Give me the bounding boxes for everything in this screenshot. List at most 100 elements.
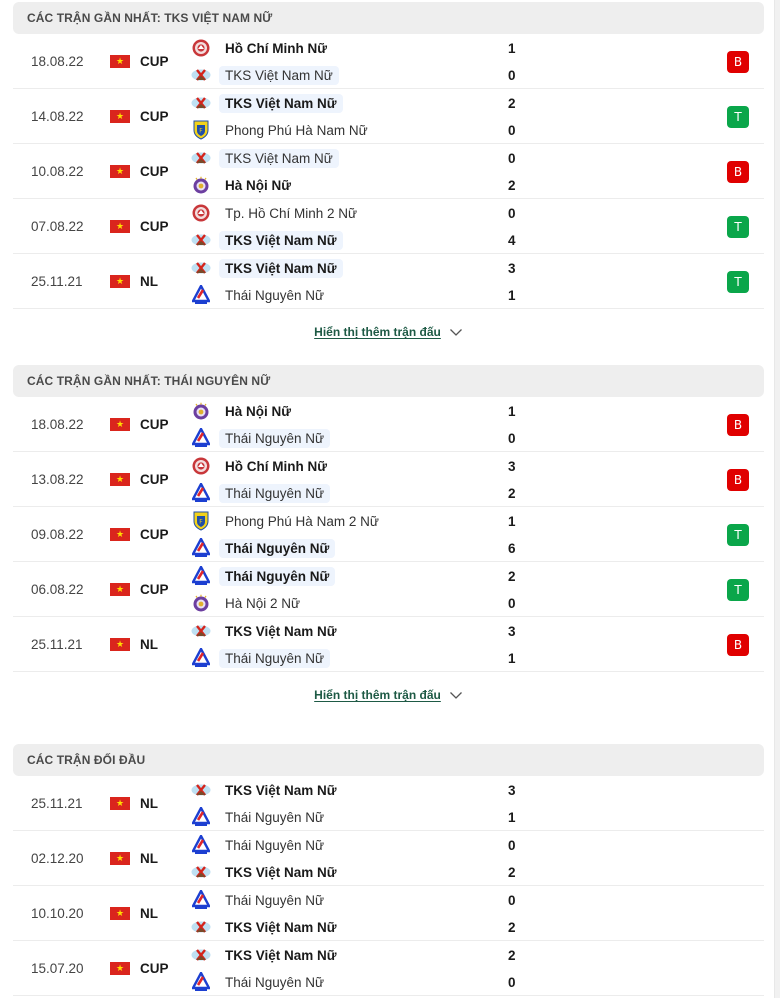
match-row[interactable]: 18.08.22 ★ CUP Hà Nội Nữ Thái Nguyên Nữ … xyxy=(13,397,764,452)
away-team[interactable]: TKS Việt Nam Nữ xyxy=(191,229,343,251)
match-row[interactable]: 25.11.21 ★ NL TKS Việt Nam Nữ Thái Nguyê… xyxy=(13,617,764,672)
vietnam-flag-icon: ★ xyxy=(110,962,130,975)
match-row[interactable]: 06.08.22 ★ CUP Thái Nguyên Nữ Hà Nội 2 N… xyxy=(13,562,764,617)
thainguyen-club-logo-icon xyxy=(191,538,211,558)
show-more-matches[interactable]: Hiển thị thêm trận đấu xyxy=(13,672,764,718)
match-row[interactable]: 09.08.22 ★ CUP F Phong Phú Hà Nam 2 Nữ T… xyxy=(13,507,764,562)
home-team[interactable]: TKS Việt Nam Nữ xyxy=(191,92,343,114)
home-team[interactable]: Hồ Chí Minh Nữ xyxy=(191,455,333,477)
match-row[interactable]: 15.07.20 ★ CUP TKS Việt Nam Nữ Thái Nguy… xyxy=(13,941,764,996)
away-team-name: Thái Nguyên Nữ xyxy=(219,428,331,448)
home-score: 2 xyxy=(508,947,516,963)
away-team[interactable]: TKS Việt Nam Nữ xyxy=(191,64,339,86)
win-badge: T xyxy=(727,216,749,238)
away-score: 1 xyxy=(508,809,516,825)
thainguyen-club-logo-icon xyxy=(191,648,211,668)
match-row[interactable]: 18.08.22 ★ CUP Hồ Chí Minh Nữ TKS Việt N… xyxy=(13,34,764,89)
home-team-name: Hồ Chí Minh Nữ xyxy=(225,458,328,474)
home-team-name: Tp. Hồ Chí Minh 2 Nữ xyxy=(225,205,358,221)
match-list: 25.11.21 ★ NL TKS Việt Nam Nữ Thái Nguyê… xyxy=(13,776,764,996)
away-team[interactable]: Thái Nguyên Nữ xyxy=(191,284,330,306)
vietnam-flag-icon: ★ xyxy=(110,638,130,651)
home-team[interactable]: Thái Nguyên Nữ xyxy=(191,834,330,856)
match-date: 15.07.20 xyxy=(31,961,84,976)
home-team[interactable]: Thái Nguyên Nữ xyxy=(191,565,336,587)
thainguyen-club-logo-icon xyxy=(191,835,211,855)
away-team[interactable]: Thái Nguyên Nữ xyxy=(191,647,331,669)
match-row[interactable]: 07.08.22 ★ CUP Tp. Hồ Chí Minh 2 Nữ TKS … xyxy=(13,199,764,254)
home-team[interactable]: Thái Nguyên Nữ xyxy=(191,889,330,911)
hcm-club-logo-icon xyxy=(191,456,211,476)
match-date: 02.12.20 xyxy=(31,851,84,866)
match-row[interactable]: 25.11.21 ★ NL TKS Việt Nam Nữ Thái Nguyê… xyxy=(13,254,764,309)
home-team-name: Thái Nguyên Nữ xyxy=(219,566,336,586)
match-row[interactable]: 02.12.20 ★ NL Thái Nguyên Nữ TKS Việt Na… xyxy=(13,831,764,886)
thainguyen-club-logo-icon xyxy=(191,483,211,503)
win-badge: T xyxy=(727,271,749,293)
page-scrollbar[interactable] xyxy=(774,0,780,998)
home-team-name: Hồ Chí Minh Nữ xyxy=(225,40,328,56)
away-score: 2 xyxy=(508,177,516,193)
thainguyen-club-logo-icon xyxy=(191,428,211,448)
show-more-link[interactable]: Hiển thị thêm trận đấu xyxy=(314,325,441,339)
home-team[interactable]: F Phong Phú Hà Nam 2 Nữ xyxy=(191,510,385,532)
away-score: 0 xyxy=(508,974,516,990)
away-team-name: Hà Nội 2 Nữ xyxy=(225,595,301,611)
away-team[interactable]: TKS Việt Nam Nữ xyxy=(191,916,343,938)
competition-label: NL xyxy=(140,637,158,652)
home-team[interactable]: TKS Việt Nam Nữ xyxy=(191,779,343,801)
home-team[interactable]: TKS Việt Nam Nữ xyxy=(191,944,343,966)
away-team[interactable]: Thái Nguyên Nữ xyxy=(191,482,331,504)
away-score: 0 xyxy=(508,595,516,611)
away-team[interactable]: F Phong Phú Hà Nam Nữ xyxy=(191,119,374,141)
win-badge: T xyxy=(727,106,749,128)
competition-label: CUP xyxy=(140,472,169,487)
tks-club-logo-icon xyxy=(191,780,211,800)
away-team[interactable]: Thái Nguyên Nữ xyxy=(191,971,330,993)
away-score: 0 xyxy=(508,430,516,446)
competition-label: NL xyxy=(140,906,158,921)
home-team[interactable]: TKS Việt Nam Nữ xyxy=(191,620,343,642)
home-score: 1 xyxy=(508,403,516,419)
thainguyen-club-logo-icon xyxy=(191,890,211,910)
away-team-name: Thái Nguyên Nữ xyxy=(225,974,325,990)
home-team-name: TKS Việt Nam Nữ xyxy=(225,623,337,639)
show-more-matches[interactable]: Hiển thị thêm trận đấu xyxy=(13,309,764,355)
chevron-down-icon[interactable] xyxy=(449,325,463,339)
home-team[interactable]: TKS Việt Nam Nữ xyxy=(191,147,339,169)
show-more-link[interactable]: Hiển thị thêm trận đấu xyxy=(314,688,441,702)
away-team[interactable]: Thái Nguyên Nữ xyxy=(191,537,336,559)
home-team-name: Hà Nội Nữ xyxy=(225,403,292,419)
hanoi-club-logo-icon xyxy=(191,401,211,421)
hanam-club-logo-icon: F xyxy=(191,511,211,531)
match-row[interactable]: 10.08.22 ★ CUP TKS Việt Nam Nữ Hà Nội Nữ… xyxy=(13,144,764,199)
tks-club-logo-icon xyxy=(191,917,211,937)
home-team[interactable]: Hà Nội Nữ xyxy=(191,400,297,422)
match-history-container: CÁC TRẬN GẦN NHẤT: TKS VIỆT NAM NỮ 18.08… xyxy=(13,2,764,996)
match-row[interactable]: 10.10.20 ★ NL Thái Nguyên Nữ TKS Việt Na… xyxy=(13,886,764,941)
match-date: 13.08.22 xyxy=(31,472,84,487)
match-row[interactable]: 14.08.22 ★ CUP TKS Việt Nam Nữ F Phong P… xyxy=(13,89,764,144)
match-row[interactable]: 25.11.21 ★ NL TKS Việt Nam Nữ Thái Nguyê… xyxy=(13,776,764,831)
vietnam-flag-icon: ★ xyxy=(110,165,130,178)
competition-label: NL xyxy=(140,274,158,289)
away-team[interactable]: Thái Nguyên Nữ xyxy=(191,806,330,828)
section-title: CÁC TRẬN GẦN NHẤT: THÁI NGUYÊN NỮ xyxy=(13,365,764,397)
away-team[interactable]: Thái Nguyên Nữ xyxy=(191,427,331,449)
match-row[interactable]: 13.08.22 ★ CUP Hồ Chí Minh Nữ Thái Nguyê… xyxy=(13,452,764,507)
away-team[interactable]: Hà Nội 2 Nữ xyxy=(191,592,306,614)
home-score: 2 xyxy=(508,568,516,584)
competition-label: CUP xyxy=(140,961,169,976)
tks-club-logo-icon xyxy=(191,148,211,168)
away-team[interactable]: Hà Nội Nữ xyxy=(191,174,297,196)
thainguyen-club-logo-icon xyxy=(191,807,211,827)
chevron-down-icon[interactable] xyxy=(449,688,463,702)
away-team[interactable]: TKS Việt Nam Nữ xyxy=(191,861,343,883)
home-team[interactable]: TKS Việt Nam Nữ xyxy=(191,257,343,279)
home-team[interactable]: Hồ Chí Minh Nữ xyxy=(191,37,333,59)
away-team-name: Thái Nguyên Nữ xyxy=(219,538,336,558)
home-team[interactable]: Tp. Hồ Chí Minh 2 Nữ xyxy=(191,202,363,224)
loss-badge: B xyxy=(727,469,749,491)
tks-club-logo-icon xyxy=(191,862,211,882)
